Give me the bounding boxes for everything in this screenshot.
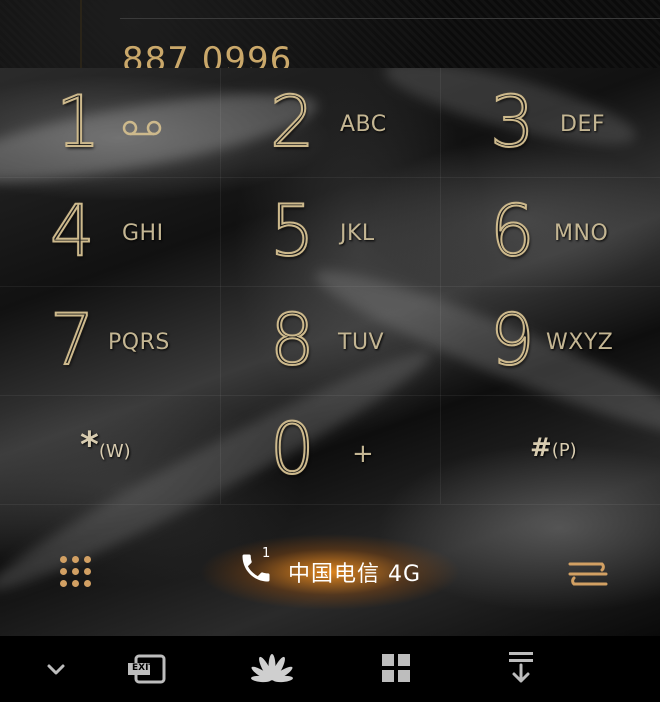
chevron-down-icon[interactable]	[42, 648, 70, 690]
grid-icon[interactable]	[380, 648, 412, 690]
system-nav-bar: EXIT	[0, 636, 660, 702]
notification-pull-icon[interactable]	[506, 648, 536, 690]
key-letters: JKL	[340, 221, 375, 246]
key-digit: *(W)	[80, 425, 131, 466]
menu-lines-icon[interactable]	[566, 558, 610, 588]
star-symbol: *	[80, 425, 99, 466]
key-star[interactable]: *(W)	[0, 395, 220, 504]
key-letters: GHI	[122, 221, 164, 246]
sim-index: 1	[262, 546, 271, 561]
call-button[interactable]: 1 中国电信 4G	[200, 534, 460, 610]
key-9[interactable]: 9 WXYZ	[440, 286, 660, 395]
wait-label: (W)	[98, 441, 131, 462]
key-5[interactable]: 5 JKL	[220, 177, 440, 286]
call-log-strip: 887 0996	[0, 0, 660, 80]
key-letters: MNO	[554, 221, 609, 246]
key-letters: PQRS	[108, 330, 170, 355]
pause-label: (P)	[551, 440, 577, 461]
exit-icon[interactable]: EXIT	[126, 648, 168, 690]
key-letters: WXYZ	[546, 330, 614, 355]
voicemail-icon	[122, 120, 162, 136]
hash-symbol: #	[530, 433, 552, 463]
key-1[interactable]: 1	[0, 68, 220, 177]
key-3[interactable]: 3 DEF	[440, 68, 660, 177]
key-digit: 0	[269, 408, 316, 490]
timeline-divider	[80, 0, 82, 68]
key-digit: 3	[489, 81, 536, 163]
key-0[interactable]: 0 +	[220, 395, 440, 504]
key-letters: +	[352, 439, 375, 469]
key-digit: #(P)	[530, 433, 577, 463]
key-digit: 6	[489, 190, 536, 272]
dialpad-grid-icon[interactable]	[60, 556, 96, 592]
key-4[interactable]: 4 GHI	[0, 177, 220, 286]
key-2[interactable]: 2 ABC	[220, 68, 440, 177]
key-digit: 1	[55, 81, 102, 163]
dialpad: 1 2 ABC 3 DEF 4 GHI 5 JKL 6 MNO 7 PQRS 8…	[0, 68, 660, 636]
key-6[interactable]: 6 MNO	[440, 177, 660, 286]
key-8[interactable]: 8 TUV	[220, 286, 440, 395]
key-letters: TUV	[338, 330, 385, 355]
exit-label: EXIT	[132, 663, 155, 673]
huawei-logo-icon[interactable]	[248, 648, 296, 690]
key-digit: 8	[269, 299, 316, 381]
key-digit: 2	[269, 81, 316, 163]
key-7[interactable]: 7 PQRS	[0, 286, 220, 395]
carrier-label: 中国电信 4G	[288, 562, 422, 587]
key-digit: 5	[269, 190, 316, 272]
key-hash[interactable]: #(P)	[440, 395, 660, 504]
key-digit: 4	[49, 190, 96, 272]
dialer-action-bar: 1 中国电信 4G	[0, 504, 660, 636]
key-digit: 7	[49, 299, 96, 381]
key-letters: DEF	[560, 112, 605, 137]
row-divider	[120, 18, 660, 19]
key-letters: ABC	[340, 112, 387, 137]
key-digit: 9	[489, 299, 536, 381]
